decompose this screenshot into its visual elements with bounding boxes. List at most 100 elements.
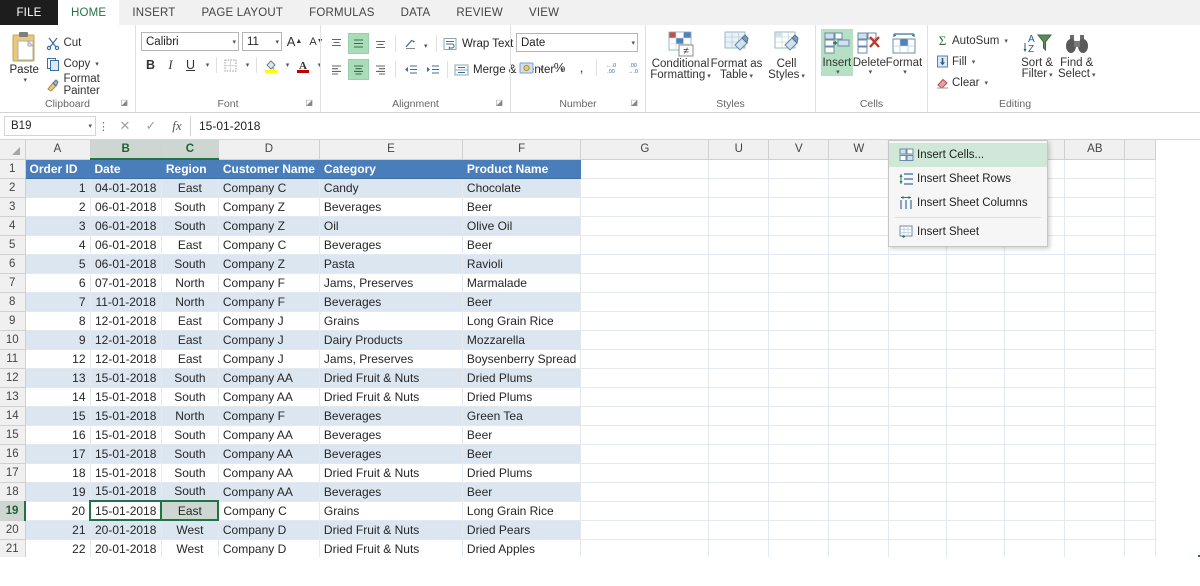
number-format-combo[interactable]: Date ▾ xyxy=(516,33,638,52)
empty-cell[interactable] xyxy=(1124,273,1157,293)
data-cell[interactable]: Company C xyxy=(218,501,320,521)
data-cell[interactable]: Grains xyxy=(319,501,463,521)
empty-cell[interactable] xyxy=(1064,273,1126,293)
empty-cell[interactable] xyxy=(708,406,770,426)
empty-cell[interactable] xyxy=(828,444,890,464)
empty-cell[interactable] xyxy=(1064,387,1126,407)
data-cell[interactable]: 15-01-2018 xyxy=(90,444,162,464)
data-cell[interactable]: Company AA xyxy=(218,368,320,388)
name-box-caret-icon[interactable]: ▾ xyxy=(88,122,92,130)
empty-cell[interactable] xyxy=(768,425,830,445)
data-cell[interactable]: 22 xyxy=(25,539,91,557)
empty-cell[interactable] xyxy=(580,330,710,350)
data-cell[interactable]: North xyxy=(161,406,219,426)
empty-cell[interactable] xyxy=(580,501,710,521)
data-cell[interactable]: East xyxy=(161,178,219,198)
data-cell[interactable]: Company J xyxy=(218,349,320,369)
data-cell[interactable]: Dried Fruit & Nuts xyxy=(319,368,463,388)
align-bottom-button[interactable] xyxy=(370,33,391,54)
align-middle-button[interactable] xyxy=(348,33,369,54)
data-cell[interactable]: Jams, Preserves xyxy=(319,349,463,369)
comma-style-button[interactable]: , xyxy=(571,57,592,78)
data-cell[interactable]: Company F xyxy=(218,406,320,426)
sort-filter-button[interactable]: A Z Sort & Filter ▾ xyxy=(1018,30,1057,81)
data-cell[interactable]: 07-01-2018 xyxy=(90,273,162,293)
data-cell[interactable]: North xyxy=(161,273,219,293)
empty-cell[interactable] xyxy=(1064,349,1126,369)
data-cell[interactable]: Company J xyxy=(218,311,320,331)
decrease-decimal-button[interactable]: .00 →.0 xyxy=(623,57,644,78)
data-cell[interactable]: Company C xyxy=(218,178,320,198)
data-cell[interactable]: 12-01-2018 xyxy=(90,349,162,369)
empty-cell[interactable] xyxy=(1004,501,1066,521)
empty-cell[interactable] xyxy=(1124,178,1157,198)
menu-item-insert-sheet-rows[interactable]: Insert Sheet Rows xyxy=(889,167,1047,191)
tab-formulas[interactable]: FORMULAS xyxy=(296,0,388,25)
row-header-5[interactable]: 5 xyxy=(0,234,26,255)
align-right-button[interactable] xyxy=(370,59,391,80)
empty-cell[interactable] xyxy=(580,311,710,331)
data-cell[interactable]: South xyxy=(161,368,219,388)
header-cell[interactable]: Category xyxy=(319,159,463,179)
empty-cell[interactable] xyxy=(768,444,830,464)
data-cell[interactable]: 20 xyxy=(25,501,91,521)
data-cell[interactable]: Beverages xyxy=(319,235,463,255)
empty-cell[interactable] xyxy=(1064,197,1126,217)
data-cell[interactable]: 13 xyxy=(25,368,91,388)
underline-caret-icon[interactable]: ▾ xyxy=(206,61,210,69)
fill-button[interactable]: Fill ▾ xyxy=(933,51,1018,72)
data-cell[interactable]: Boysenberry Spread xyxy=(462,349,582,369)
column-header-W[interactable]: W xyxy=(828,140,890,160)
row-header-3[interactable]: 3 xyxy=(0,196,26,217)
data-cell[interactable]: Beer xyxy=(462,482,582,502)
align-left-button[interactable] xyxy=(326,59,347,80)
empty-cell[interactable] xyxy=(828,368,890,388)
empty-cell[interactable] xyxy=(1004,273,1066,293)
copy-caret-icon[interactable]: ▾ xyxy=(95,60,99,68)
column-header-U[interactable]: U xyxy=(708,140,770,160)
data-cell[interactable]: 15-01-2018 xyxy=(90,387,162,407)
empty-cell[interactable] xyxy=(888,311,948,331)
empty-cell[interactable] xyxy=(828,292,890,312)
empty-cell[interactable] xyxy=(888,254,948,274)
empty-cell[interactable] xyxy=(580,444,710,464)
data-cell[interactable]: Mozzarella xyxy=(462,330,582,350)
data-cell[interactable]: Dried Plums xyxy=(462,387,582,407)
empty-cell[interactable] xyxy=(1004,349,1066,369)
data-cell[interactable]: Dried Plums xyxy=(462,463,582,483)
data-cell[interactable]: Company F xyxy=(218,273,320,293)
empty-cell[interactable] xyxy=(768,159,830,179)
number-dialog-launcher[interactable]: ◪ xyxy=(630,95,638,111)
data-cell[interactable]: Beer xyxy=(462,292,582,312)
data-cell[interactable]: Beverages xyxy=(319,292,463,312)
data-cell[interactable]: Dried Fruit & Nuts xyxy=(319,520,463,540)
format-as-table-button[interactable]: Format as Table ▾ xyxy=(711,29,763,82)
data-cell[interactable]: 20-01-2018 xyxy=(90,520,162,540)
row-header-7[interactable]: 7 xyxy=(0,272,26,293)
active-cell-B19[interactable]: 15-01-2018 xyxy=(88,500,163,521)
font-dialog-launcher[interactable]: ◪ xyxy=(305,95,313,111)
accounting-format-button[interactable] xyxy=(516,57,537,78)
empty-cell[interactable] xyxy=(1004,520,1066,540)
row-header-19[interactable]: 19 xyxy=(0,500,26,521)
data-cell[interactable]: Company Z xyxy=(218,197,320,217)
empty-cell[interactable] xyxy=(1004,387,1066,407)
column-header-D[interactable]: D xyxy=(217,140,320,160)
data-cell[interactable]: Oil xyxy=(319,216,463,236)
tab-file[interactable]: FILE xyxy=(0,0,58,25)
data-cell[interactable]: Company F xyxy=(218,292,320,312)
data-cell[interactable]: 14 xyxy=(25,387,91,407)
fill-caret-icon[interactable]: ▾ xyxy=(972,58,976,66)
empty-cell[interactable] xyxy=(946,520,1006,540)
column-header-E[interactable]: E xyxy=(318,140,463,160)
row-header-10[interactable]: 10 xyxy=(0,329,26,350)
empty-cell[interactable] xyxy=(828,178,890,198)
data-cell[interactable]: South xyxy=(161,197,219,217)
data-cell[interactable]: 06-01-2018 xyxy=(90,197,162,217)
empty-cell[interactable] xyxy=(708,292,770,312)
font-size-combo[interactable]: 11 ▾ xyxy=(242,32,282,51)
menu-item-insert-sheet[interactable]: Insert Sheet xyxy=(889,220,1047,244)
empty-cell[interactable] xyxy=(1124,425,1157,445)
empty-cell[interactable] xyxy=(1064,178,1126,198)
empty-cell[interactable] xyxy=(828,463,890,483)
